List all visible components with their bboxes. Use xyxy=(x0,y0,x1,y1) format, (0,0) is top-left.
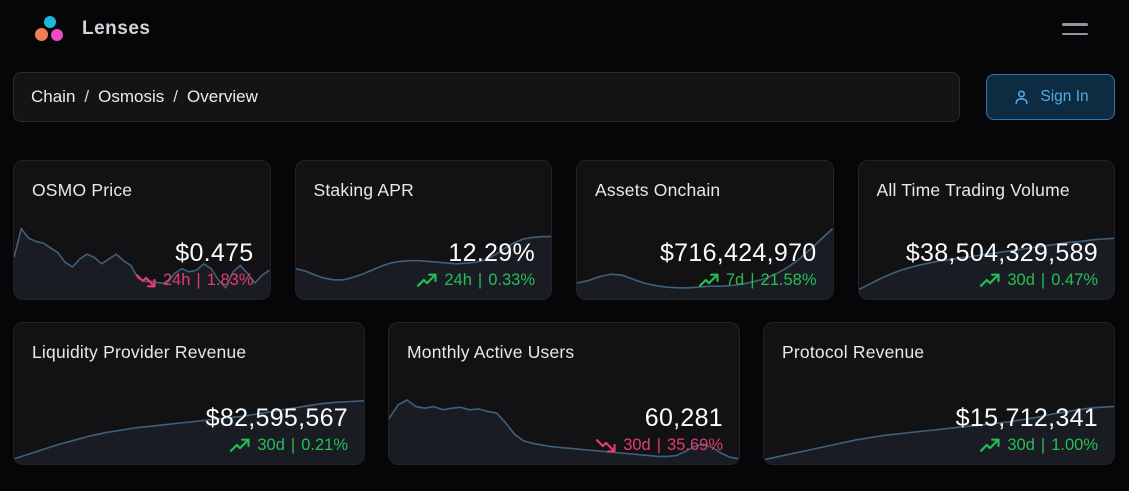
metric-change: 30d | 0.21% xyxy=(206,436,348,455)
metric-change: 24h | 1.83% xyxy=(135,271,254,290)
metric-value: $0.475 xyxy=(135,239,254,268)
trending-up-icon xyxy=(979,437,1001,454)
change-period: 30d xyxy=(1007,271,1035,290)
user-icon xyxy=(1012,88,1031,107)
card-all-time-trading-volume[interactable]: All Time Trading Volume $38,504,329,589 … xyxy=(858,160,1116,300)
change-delta: 0.47% xyxy=(1051,271,1098,290)
change-period: 7d xyxy=(726,271,744,290)
card-title: Protocol Revenue xyxy=(764,323,1114,363)
metric-value: $82,595,567 xyxy=(206,404,348,433)
metric-value: 12.29% xyxy=(416,239,535,268)
card-staking-apr[interactable]: Staking APR 12.29% 24h | 0.33% xyxy=(295,160,553,300)
trending-up-icon xyxy=(698,272,720,289)
card-osmo-price[interactable]: OSMO Price $0.475 24h | 1.83% xyxy=(13,160,271,300)
metric-change: 7d | 21.58% xyxy=(660,271,817,290)
change-period: 24h xyxy=(163,271,191,290)
metric-change: 30d | 35.69% xyxy=(595,436,723,455)
change-delta: 1.00% xyxy=(1051,436,1098,455)
change-period: 24h xyxy=(444,271,472,290)
breadcrumb-item-chain[interactable]: Chain xyxy=(31,87,75,107)
metric-value: $38,504,329,589 xyxy=(906,239,1098,268)
card-monthly-active-users[interactable]: Monthly Active Users 60,281 30d | 35.69% xyxy=(388,322,740,465)
change-delta: 21.58% xyxy=(761,271,817,290)
breadcrumb-separator: / xyxy=(84,87,89,107)
card-protocol-revenue[interactable]: Protocol Revenue $15,712,341 30d | 1.00% xyxy=(763,322,1115,465)
card-title: Assets Onchain xyxy=(577,161,833,201)
card-title: Liquidity Provider Revenue xyxy=(14,323,364,363)
change-delta: 0.21% xyxy=(301,436,348,455)
trending-up-icon xyxy=(229,437,251,454)
change-separator: | xyxy=(657,436,661,455)
metric-change: 24h | 0.33% xyxy=(416,271,535,290)
card-assets-onchain[interactable]: Assets Onchain $716,424,970 7d | 21.58% xyxy=(576,160,834,300)
change-delta: 1.83% xyxy=(207,271,254,290)
change-delta: 0.33% xyxy=(488,271,535,290)
logo-circle-orange xyxy=(35,28,48,41)
card-title: All Time Trading Volume xyxy=(859,161,1115,201)
metric-change: 30d | 1.00% xyxy=(956,436,1098,455)
change-separator: | xyxy=(1041,436,1045,455)
card-liquidity-provider-revenue[interactable]: Liquidity Provider Revenue $82,595,567 3… xyxy=(13,322,365,465)
change-separator: | xyxy=(1041,271,1045,290)
app-header: Lenses xyxy=(0,0,1129,58)
change-delta: 35.69% xyxy=(667,436,723,455)
lenses-dashboard: Lenses Chain / Osmosis / Overview Sign I… xyxy=(0,0,1129,491)
trending-up-icon xyxy=(416,272,438,289)
breadcrumb-separator: / xyxy=(173,87,178,107)
metric-value: 60,281 xyxy=(595,404,723,433)
logo-circle-cyan xyxy=(44,16,56,28)
lenses-logo-icon[interactable] xyxy=(35,16,65,43)
change-separator: | xyxy=(291,436,295,455)
trending-up-icon xyxy=(979,272,1001,289)
breadcrumb-item-overview[interactable]: Overview xyxy=(187,87,258,107)
breadcrumb: Chain / Osmosis / Overview xyxy=(13,72,960,122)
change-separator: | xyxy=(750,271,754,290)
logo-circle-pink xyxy=(51,29,63,41)
card-title: Monthly Active Users xyxy=(389,323,739,363)
metric-row-top: OSMO Price $0.475 24h | 1.83% Staking AP… xyxy=(13,160,1115,300)
change-period: 30d xyxy=(1007,436,1035,455)
change-separator: | xyxy=(196,271,200,290)
change-period: 30d xyxy=(257,436,285,455)
toolbar: Chain / Osmosis / Overview Sign In xyxy=(13,72,1115,122)
sign-in-label: Sign In xyxy=(1040,88,1088,106)
metric-change: 30d | 0.47% xyxy=(906,271,1098,290)
metric-value: $716,424,970 xyxy=(660,239,817,268)
card-title: Staking APR xyxy=(296,161,552,201)
breadcrumb-item-osmosis[interactable]: Osmosis xyxy=(98,87,164,107)
change-separator: | xyxy=(478,271,482,290)
app-title: Lenses xyxy=(82,18,150,40)
metric-row-bottom: Liquidity Provider Revenue $82,595,567 3… xyxy=(13,322,1115,465)
card-title: OSMO Price xyxy=(14,161,270,201)
metric-value: $15,712,341 xyxy=(956,404,1098,433)
change-period: 30d xyxy=(623,436,651,455)
trending-down-icon xyxy=(595,437,617,454)
sign-in-button[interactable]: Sign In xyxy=(986,74,1115,120)
hamburger-menu-icon[interactable] xyxy=(1062,23,1088,35)
trending-down-icon xyxy=(135,272,157,289)
